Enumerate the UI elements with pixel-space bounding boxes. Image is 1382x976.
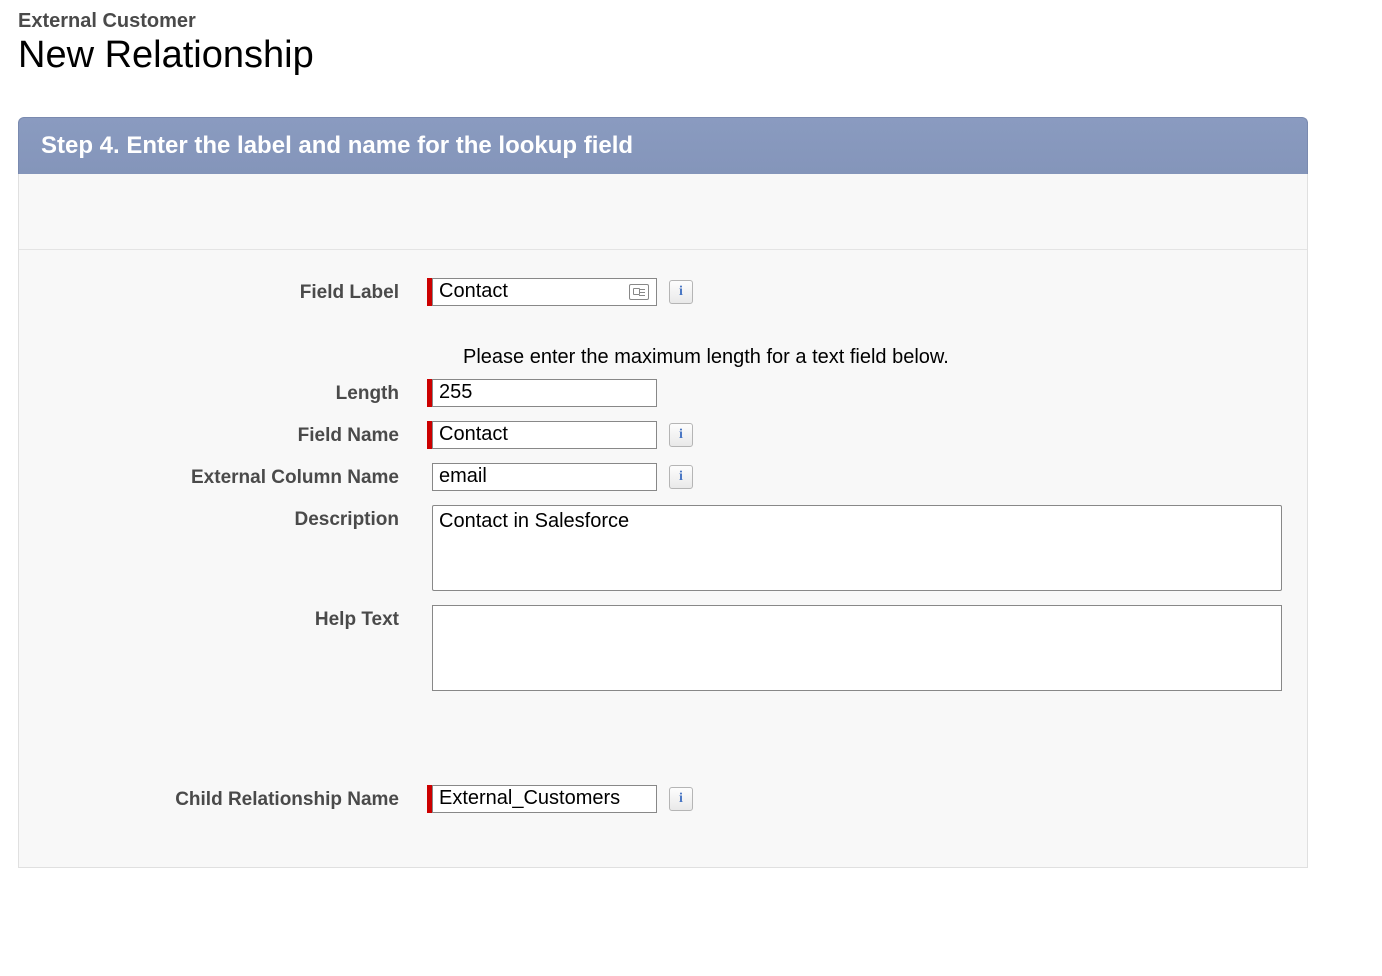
child-relationship-input[interactable]	[432, 785, 657, 813]
info-icon-field-name[interactable]: i	[669, 423, 693, 447]
description-input[interactable]: Contact in Salesforce	[432, 505, 1282, 591]
panel-toolbar-spacer	[19, 174, 1307, 250]
label-field-label: Field Label	[19, 278, 427, 304]
page-title: New Relationship	[18, 35, 1382, 77]
step-header: Step 4. Enter the label and name for the…	[18, 117, 1308, 174]
field-label-input[interactable]	[432, 278, 657, 306]
help-text-input[interactable]	[432, 605, 1282, 691]
label-help-text: Help Text	[19, 605, 427, 631]
label-external-column: External Column Name	[19, 463, 427, 489]
label-description: Description	[19, 505, 427, 531]
info-icon-external-column[interactable]: i	[669, 465, 693, 489]
row-field-label: Field Label i	[19, 278, 1307, 306]
page-header: External Customer New Relationship	[0, 0, 1382, 87]
row-field-name: Field Name i	[19, 421, 1307, 449]
field-name-input[interactable]	[432, 421, 657, 449]
row-description: Description Contact in Salesforce	[19, 505, 1307, 591]
info-icon-field-label[interactable]: i	[669, 280, 693, 304]
info-icon-child-relationship[interactable]: i	[669, 787, 693, 811]
contact-card-icon	[629, 284, 649, 300]
external-column-input[interactable]	[432, 463, 657, 491]
length-hint-text: Please enter the maximum length for a te…	[19, 320, 1307, 379]
row-child-relationship: Child Relationship Name i	[19, 785, 1307, 813]
wizard-panel: Step 4. Enter the label and name for the…	[18, 117, 1308, 868]
row-help-text: Help Text	[19, 605, 1307, 691]
panel-body: Field Label i Please enter the maximum l…	[18, 174, 1308, 868]
length-input[interactable]	[432, 379, 657, 407]
label-field-name: Field Name	[19, 421, 427, 447]
form-area: Field Label i Please enter the maximum l…	[19, 250, 1307, 867]
label-length: Length	[19, 379, 427, 405]
label-child-relationship: Child Relationship Name	[19, 785, 427, 811]
breadcrumb: External Customer	[18, 10, 1382, 33]
section-gap	[19, 705, 1307, 785]
row-length: Length	[19, 379, 1307, 407]
row-external-column: External Column Name i	[19, 463, 1307, 491]
